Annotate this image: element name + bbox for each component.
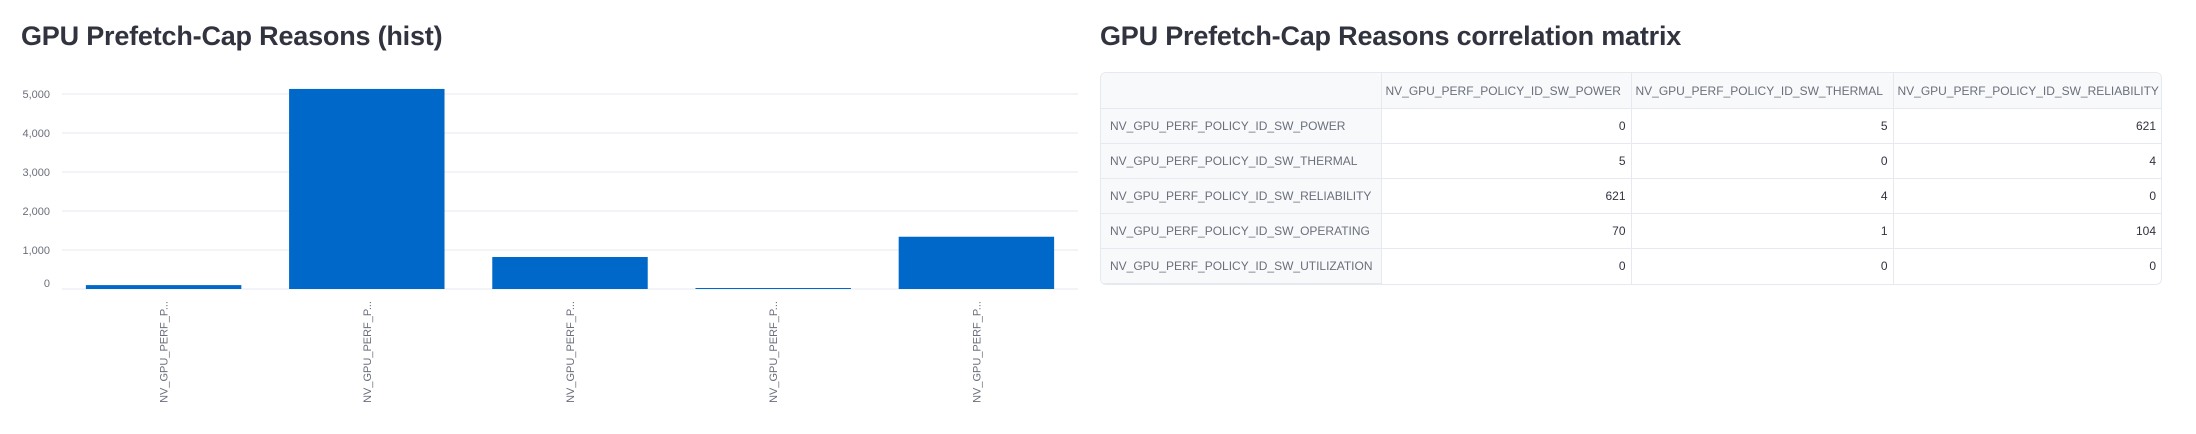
row-header: NV_GPU_PERF_POLICY_ID_SW_OPERATING xyxy=(1101,213,1382,249)
x-tick-label: NV_GPU_PERF_P... xyxy=(971,301,983,403)
row-header: NV_GPU_PERF_POLICY_ID_SW_RELIABILITY xyxy=(1101,178,1382,214)
matrix-cell[interactable]: 104 xyxy=(1893,213,2161,249)
histogram-chart: 0 1,000 2,000 3,000 4,000 5,000 NV_GPU_PERF_P… xyxy=(0,60,1090,430)
x-tick-label: NV_GPU_PERF_P... xyxy=(768,301,780,403)
bar[interactable] xyxy=(85,285,242,289)
matrix-title: GPU Prefetch-Cap Reasons correlation mat… xyxy=(1100,21,1682,51)
table-row: NV_GPU_PERF_POLICY_ID_SW_POWER 0 5 621 xyxy=(1101,108,2161,144)
matrix-corner-cell xyxy=(1101,73,1382,109)
matrix-cell[interactable]: 5 xyxy=(1381,143,1632,179)
correlation-matrix-table[interactable]: NV_GPU_PERF_POLICY_ID_SW_POWER NV_GPU_PE… xyxy=(1100,72,2162,285)
bar[interactable] xyxy=(695,288,851,289)
matrix-cell[interactable]: 4 xyxy=(1893,143,2161,179)
matrix-cell[interactable]: 4 xyxy=(1631,178,1894,214)
bar[interactable] xyxy=(898,236,1055,289)
y-tick-label: 4,000 xyxy=(22,128,50,140)
row-header: NV_GPU_PERF_POLICY_ID_SW_THERMAL xyxy=(1101,143,1382,179)
x-axis-ticks: NV_GPU_PERF_P... NV_GPU_PERF_P... NV_GPU_P… xyxy=(159,301,984,403)
histogram-svg: 0 1,000 2,000 3,000 4,000 5,000 NV_GPU_PERF_P… xyxy=(22,88,1078,403)
y-axis-ticks: 0 1,000 2,000 3,000 4,000 5,000 xyxy=(22,89,50,290)
bars xyxy=(85,88,1055,290)
histogram-title: GPU Prefetch-Cap Reasons (hist) xyxy=(21,21,443,51)
matrix-cell[interactable]: 1 xyxy=(1631,213,1894,249)
column-header[interactable]: NV_GPU_PERF_POLICY_ID_SW_THERMAL xyxy=(1631,73,1894,109)
row-header: NV_GPU_PERF_POLICY_ID_SW_UTILIZATION xyxy=(1101,248,1382,284)
y-tick-label: 0 xyxy=(44,278,50,290)
y-tick-label: 2,000 xyxy=(22,206,50,218)
matrix-cell[interactable]: 0 xyxy=(1381,248,1632,284)
table-row: NV_GPU_PERF_POLICY_ID_SW_THERMAL 5 0 4 xyxy=(1101,143,2161,179)
table-row: NV_GPU_PERF_POLICY_ID_SW_UTILIZATION 0 0… xyxy=(1101,248,2161,284)
x-tick-label: NV_GPU_PERF_P... xyxy=(362,301,374,403)
table-row: NV_GPU_PERF_POLICY_ID_SW_OPERATING 70 1 … xyxy=(1101,213,2161,249)
matrix-cell[interactable]: 5 xyxy=(1631,108,1894,144)
matrix-cell[interactable]: 0 xyxy=(1381,108,1632,144)
matrix-cell[interactable]: 70 xyxy=(1381,213,1632,249)
matrix-cell[interactable]: 0 xyxy=(1631,143,1894,179)
matrix-cell[interactable]: 621 xyxy=(1381,178,1632,214)
column-header[interactable]: NV_GPU_PERF_POLICY_ID_SW_RELIABILITY xyxy=(1893,73,2161,109)
matrix-cell[interactable]: 0 xyxy=(1631,248,1894,284)
column-header[interactable]: NV_GPU_PERF_POLICY_ID_SW_POWER xyxy=(1381,73,1632,109)
matrix-cell[interactable]: 0 xyxy=(1893,178,2161,214)
x-tick-label: NV_GPU_PERF_P... xyxy=(565,301,577,403)
table-row: NV_GPU_PERF_POLICY_ID_SW_RELIABILITY 621… xyxy=(1101,178,2161,214)
matrix-cell[interactable]: 621 xyxy=(1893,108,2161,144)
row-header: NV_GPU_PERF_POLICY_ID_SW_POWER xyxy=(1101,108,1382,144)
y-tick-label: 5,000 xyxy=(22,89,50,101)
bar[interactable] xyxy=(492,257,648,289)
y-tick-label: 1,000 xyxy=(22,245,50,257)
matrix-cell[interactable]: 0 xyxy=(1893,249,2161,284)
y-tick-label: 3,000 xyxy=(22,167,50,179)
matrix-header-row: NV_GPU_PERF_POLICY_ID_SW_POWER NV_GPU_PE… xyxy=(1101,73,2161,109)
bar[interactable] xyxy=(289,88,445,290)
x-tick-label: NV_GPU_PERF_P... xyxy=(159,301,171,403)
